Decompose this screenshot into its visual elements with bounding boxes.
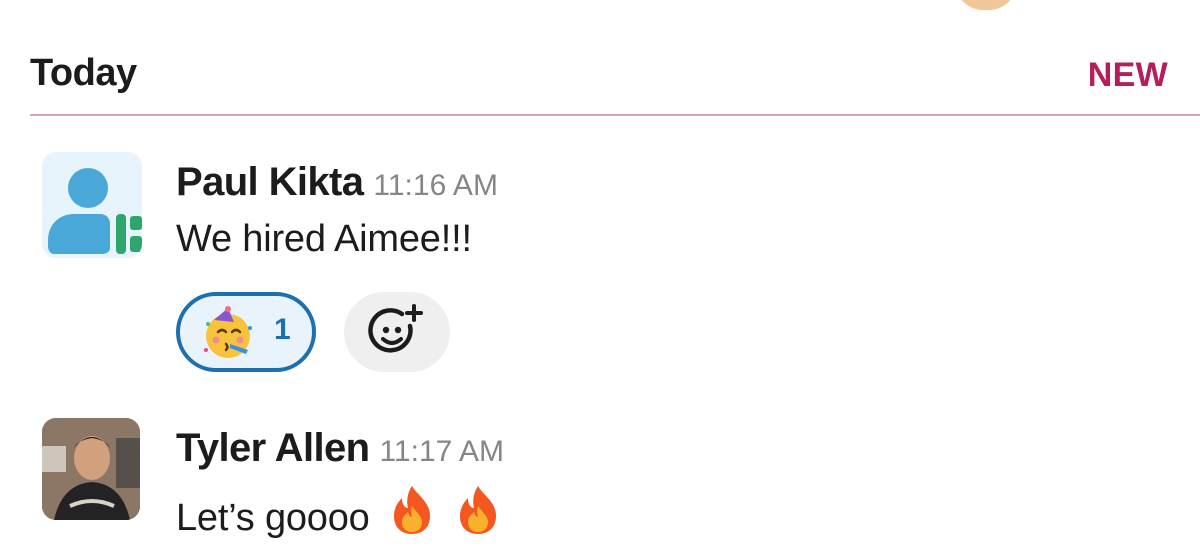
user-photo-avatar[interactable] — [42, 418, 140, 520]
reaction-partying-face[interactable]: 1 — [176, 292, 316, 372]
fire-icon — [454, 484, 502, 546]
fire-icon — [388, 484, 436, 546]
message-item[interactable]: Paul Kikta 11:16 AM We hired Aimee!!! 1 — [0, 152, 1200, 382]
day-label: Today — [30, 52, 137, 94]
sender-name[interactable]: Paul Kikta — [176, 160, 364, 204]
previous-emoji-fragment — [955, 0, 1017, 10]
message-text: Let’s goooo — [176, 497, 370, 539]
sender-line: Tyler Allen 11:17 AM — [176, 426, 504, 471]
message-text: We hired Aimee!!! — [176, 218, 472, 260]
message-text-line: Let’s goooo — [176, 484, 502, 546]
partying-face-icon — [204, 306, 252, 358]
reaction-count: 1 — [274, 313, 291, 346]
new-messages-line — [30, 114, 1200, 116]
generic-user-avatar-icon[interactable] — [42, 152, 142, 258]
day-divider: Today NEW — [0, 50, 1200, 116]
message-timestamp[interactable]: 11:17 AM — [379, 435, 504, 468]
message-item[interactable]: Tyler Allen 11:17 AM Let’s goooo — [0, 418, 1200, 548]
message-timestamp[interactable]: 11:16 AM — [373, 169, 498, 202]
new-messages-marker: NEW — [1087, 56, 1168, 94]
add-reaction-button[interactable] — [344, 292, 450, 372]
sender-line: Paul Kikta 11:16 AM — [176, 160, 498, 205]
add-emoji-icon — [368, 304, 423, 353]
previous-message-remnant — [0, 0, 1200, 14]
sender-name[interactable]: Tyler Allen — [176, 426, 370, 470]
